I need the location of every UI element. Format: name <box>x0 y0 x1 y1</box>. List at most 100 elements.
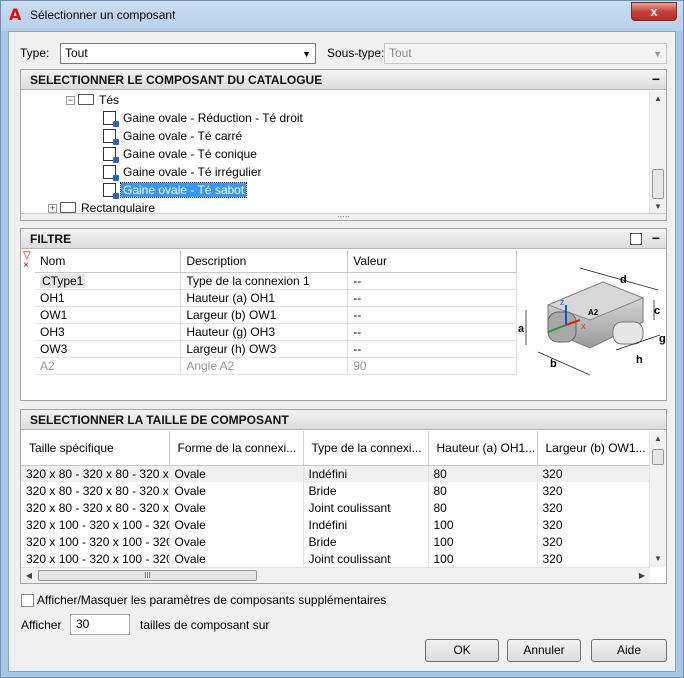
filter-row[interactable]: OH3 Hauteur (g) OH3 -- <box>35 323 517 341</box>
size-cell: 100 <box>428 516 538 533</box>
tree-item[interactable]: Gaine ovale - Té irrégulier <box>103 163 264 181</box>
size-cell: Joint coulissant <box>303 550 429 567</box>
maximize-icon[interactable] <box>630 233 642 245</box>
subtype-dropdown[interactable]: Tout ▼ <box>384 43 667 64</box>
tree-item-selected[interactable]: Gaine ovale - Té sabot <box>103 181 248 199</box>
type-dropdown[interactable]: Tout ▼ <box>60 43 316 64</box>
size-cell: 80 <box>428 482 538 499</box>
tree-item[interactable]: Gaine ovale - Té conique <box>103 145 259 163</box>
toggle-extra-params-checkbox[interactable] <box>21 594 34 607</box>
column-header-size[interactable]: Taille spécifique <box>21 431 170 466</box>
size-row[interactable]: 320 x 80 - 320 x 80 - 320 x ... Ovale Br… <box>21 482 650 499</box>
filter-panel-header[interactable]: FILTRE − <box>21 229 666 249</box>
size-panel-title: SELECTIONNER LA TAILLE DE COMPOSANT <box>30 413 289 427</box>
tree-node-tes[interactable]: − Tés <box>66 91 121 109</box>
size-cell: Bride <box>303 533 429 550</box>
folder-open-icon <box>78 94 94 106</box>
catalog-panel: SELECTIONNER LE COMPOSANT DU CATALOGUE −… <box>20 69 667 221</box>
param-value[interactable]: -- <box>347 306 517 324</box>
close-button[interactable]: x <box>631 2 677 21</box>
catalog-panel-header[interactable]: SELECTIONNER LE COMPOSANT DU CATALOGUE − <box>21 70 666 90</box>
cancel-button[interactable]: Annuler <box>507 639 581 662</box>
size-row[interactable]: 320 x 100 - 320 x 100 - 320 ... Ovale Br… <box>21 533 650 550</box>
param-value[interactable]: -- <box>347 272 517 290</box>
tree-item[interactable]: Gaine ovale - Réduction - Té droit <box>103 109 305 127</box>
size-row[interactable]: 320 x 80 - 320 x 80 - 320 x ... Ovale In… <box>21 465 650 482</box>
size-cell: 320 x 100 - 320 x 100 - 320 ... <box>21 516 170 533</box>
help-button[interactable]: Aide <box>591 639 667 662</box>
size-panel: SELECTIONNER LA TAILLE DE COMPOSANT Tail… <box>20 409 667 584</box>
panel-resize-grip[interactable]: ····· <box>21 213 666 221</box>
scroll-thumb[interactable]: III <box>38 570 257 581</box>
collapse-icon[interactable]: − <box>652 230 660 246</box>
filter-panel-title: FILTRE <box>30 232 72 246</box>
column-header-height[interactable]: Hauteur (a) OH1... <box>428 431 538 466</box>
ok-button[interactable]: OK <box>425 639 499 662</box>
size-cell: 100 <box>428 550 538 567</box>
column-header-width[interactable]: Largeur (b) OW1... <box>537 431 650 466</box>
param-name: OH1 <box>35 289 182 307</box>
scroll-right-icon[interactable]: ▶ <box>634 568 650 584</box>
filter-row[interactable]: OH1 Hauteur (a) OH1 -- <box>35 289 517 307</box>
size-row[interactable]: 320 x 100 - 320 x 100 - 320 ... Ovale In… <box>21 516 650 533</box>
size-table: Taille spécifique Forme de la connexi...… <box>21 431 650 567</box>
size-table-hscrollbar[interactable]: ◀ III ▶ <box>21 567 650 583</box>
catalog-scrollbar[interactable]: ▲ ▼ <box>649 91 666 215</box>
filter-row[interactable]: OW3 Largeur (h) OW3 -- <box>35 340 517 358</box>
size-cell: Ovale <box>169 482 304 499</box>
param-value: 90 <box>347 357 517 375</box>
scroll-thumb[interactable] <box>652 169 664 199</box>
dimension-label-b: b <box>550 358 557 370</box>
column-header-connection-type[interactable]: Type de la connexi... <box>303 431 429 466</box>
column-header-description[interactable]: Description <box>180 250 349 273</box>
scroll-down-icon[interactable]: ▼ <box>650 551 666 567</box>
param-name: OW3 <box>35 340 182 358</box>
scroll-left-icon[interactable]: ◀ <box>21 568 37 584</box>
param-name: OH3 <box>35 323 182 341</box>
axis-label-x: X <box>581 324 586 331</box>
size-table-vscrollbar[interactable]: ▲ ▼ <box>649 431 666 567</box>
scroll-up-icon[interactable]: ▲ <box>650 91 666 107</box>
tree-item-label: Gaine ovale - Té irrégulier <box>123 165 262 179</box>
size-cell: Indéfini <box>303 516 429 533</box>
column-header-connection-shape[interactable]: Forme de la connexi... <box>169 431 304 466</box>
type-label: Type: <box>20 46 50 60</box>
filter-row[interactable]: CType1 Type de la connexion 1 -- <box>35 272 517 290</box>
column-header-value[interactable]: Valeur <box>347 250 517 273</box>
size-cell: Bride <box>303 482 429 499</box>
collapse-icon[interactable]: − <box>652 71 660 87</box>
size-table-viewport: Taille spécifique Forme de la connexi...… <box>21 431 650 567</box>
filter-row[interactable]: OW1 Largeur (b) OW1 -- <box>35 306 517 324</box>
size-cell: Ovale <box>169 533 304 550</box>
show-count-input[interactable]: 30 <box>70 614 130 635</box>
param-value[interactable]: -- <box>347 289 517 307</box>
dimension-label-h: h <box>636 354 643 366</box>
size-cell: 320 <box>537 516 650 533</box>
size-cell: 100 <box>428 533 538 550</box>
param-description: Largeur (b) OW1 <box>180 306 349 324</box>
param-description: Angle A2 <box>180 357 349 375</box>
size-cell: 320 x 100 - 320 x 100 - 320 ... <box>21 533 170 550</box>
title-bar[interactable]: A Sélectionner un composant x <box>1 1 683 31</box>
size-cell: Ovale <box>169 465 304 482</box>
toggle-extra-params-label[interactable]: Afficher/Masquer les paramètres de compo… <box>37 593 386 607</box>
component-preview-diagram: d a b c g h A2 Z X <box>518 267 666 376</box>
duct-fitting-icon <box>103 164 119 181</box>
clear-filter-icon[interactable]: ▽ × <box>23 251 35 271</box>
column-header-name[interactable]: Nom <box>35 250 182 273</box>
size-cell: 320 <box>537 550 650 567</box>
size-cell: Joint coulissant <box>303 499 429 516</box>
scroll-thumb[interactable] <box>652 449 664 465</box>
param-value[interactable]: -- <box>347 323 517 341</box>
tree-item[interactable]: Gaine ovale - Té carré <box>103 127 244 145</box>
size-row[interactable]: 320 x 80 - 320 x 80 - 320 x ... Ovale Jo… <box>21 499 650 516</box>
size-row[interactable]: 320 x 100 - 320 x 100 - 320 ... Ovale Jo… <box>21 550 650 567</box>
expand-node-icon[interactable]: + <box>48 204 57 214</box>
size-cell: 80 <box>428 499 538 516</box>
scroll-up-icon[interactable]: ▲ <box>650 431 666 447</box>
subtype-dropdown-value: Tout <box>389 46 412 60</box>
param-value[interactable]: -- <box>347 340 517 358</box>
chevron-down-icon: ▼ <box>302 49 311 59</box>
param-description: Hauteur (g) OH3 <box>180 323 349 341</box>
collapse-node-icon[interactable]: − <box>66 96 75 106</box>
